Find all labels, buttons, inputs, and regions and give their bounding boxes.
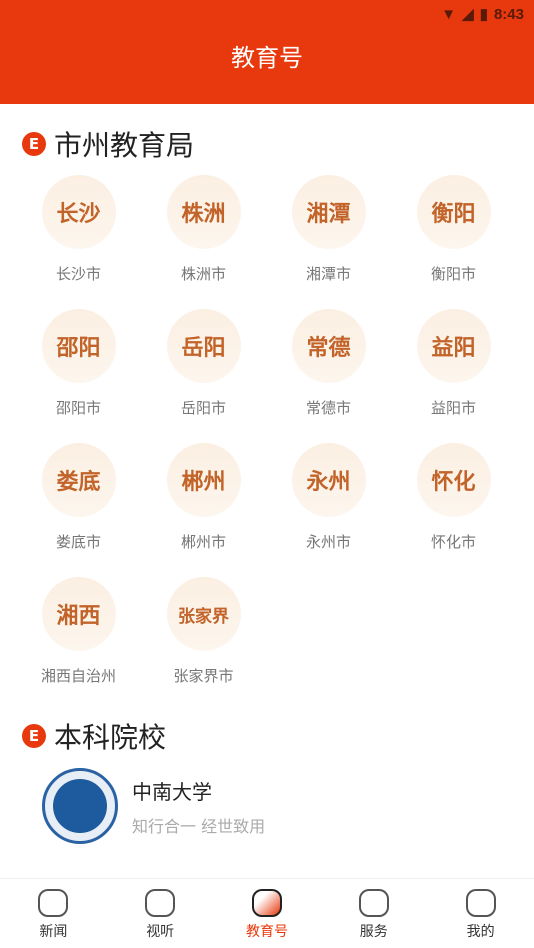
nav-label: 新闻	[39, 924, 68, 940]
nav-label: 我的	[466, 924, 495, 940]
bureau-label: 衡阳市	[430, 265, 476, 283]
bureau-item[interactable]: 郴州 郴州市	[141, 438, 266, 572]
bureau-item[interactable]: 娄底 娄底市	[16, 438, 141, 572]
bureau-label: 郴州市	[180, 533, 226, 551]
bureau-label: 张家界市	[173, 667, 234, 685]
bureau-label: 娄底市	[55, 533, 101, 551]
university-motto: 知行合一 经世致用	[132, 816, 266, 836]
bureau-label: 怀化市	[430, 533, 476, 551]
bureau-label: 株洲市	[180, 265, 226, 283]
bureau-item[interactable]: 邵阳 邵阳市	[16, 304, 141, 438]
university-item[interactable]: 中南大学 知行合一 经世致用	[0, 768, 534, 844]
bureau-label: 邵阳市	[55, 399, 101, 417]
bureau-item[interactable]: 株洲 株洲市	[141, 170, 266, 304]
nav-tab[interactable]: 服务	[320, 879, 427, 948]
bureau-label: 永州市	[305, 533, 351, 551]
clock: 8:43	[493, 5, 524, 23]
bureau-icon: 益阳	[416, 309, 491, 383]
bureau-label: 长沙市	[55, 265, 101, 283]
nav-label: 视听	[146, 924, 175, 940]
wifi-icon: ▼	[441, 5, 457, 23]
page-title: 教育号	[231, 44, 303, 72]
bureau-item[interactable]: 永州 永州市	[266, 438, 391, 572]
bureau-icon: 永州	[291, 443, 366, 517]
news-icon	[38, 889, 69, 917]
education-icon	[251, 889, 282, 917]
section-title: 市州教育局	[54, 129, 195, 162]
bureau-label: 岳阳市	[180, 399, 226, 417]
bureau-icon: 郴州	[166, 443, 241, 517]
bureau-icon: 张家界	[166, 577, 241, 651]
section-title: 本科院校	[54, 721, 167, 754]
bureau-icon: 湘西	[41, 577, 116, 651]
bureau-icon: 湘潭	[291, 175, 366, 249]
top-bar: ▼ ◢ ▮ 8:43 教育号	[0, 0, 534, 104]
e-badge-icon: E	[22, 724, 46, 748]
section-header-bureaus: E 市州教育局	[0, 124, 534, 164]
bureau-item[interactable]: 岳阳 岳阳市	[141, 304, 266, 438]
nav-label: 教育号	[245, 924, 288, 940]
bureau-icon: 娄底	[41, 443, 116, 517]
bureau-icon: 衡阳	[416, 175, 491, 249]
bureau-label: 湘西自治州	[40, 667, 116, 685]
service-icon	[358, 889, 389, 917]
nav-label: 服务	[359, 924, 388, 940]
bureau-icon: 邵阳	[41, 309, 116, 383]
nav-tab[interactable]: 我的	[427, 879, 534, 948]
signal-icon: ◢	[462, 6, 474, 23]
section-header-universities: E 本科院校	[0, 716, 534, 756]
bureau-icon: 常德	[291, 309, 366, 383]
bureau-label: 益阳市	[430, 399, 476, 417]
bureau-item[interactable]: 衡阳 衡阳市	[391, 170, 516, 304]
status-bar: ▼ ◢ ▮ 8:43	[0, 0, 534, 28]
e-badge-icon: E	[22, 132, 46, 156]
university-name: 中南大学	[132, 779, 212, 804]
battery-icon: ▮	[479, 6, 488, 23]
bureau-icon: 长沙	[41, 175, 116, 249]
bureau-icon: 岳阳	[166, 309, 241, 383]
bureau-item[interactable]: 常德 常德市	[266, 304, 391, 438]
bureau-icon: 株洲	[166, 175, 241, 249]
nav-tab[interactable]: 新闻	[0, 879, 107, 948]
profile-icon	[465, 889, 496, 917]
university-logo	[42, 768, 118, 844]
bureau-label: 湘潭市	[305, 265, 351, 283]
bureau-item[interactable]: 长沙 长沙市	[16, 170, 141, 304]
bureau-item[interactable]: 怀化 怀化市	[391, 438, 516, 572]
bureau-grid: 长沙 长沙市 株洲 株洲市 湘潭 湘潭市 衡阳 衡阳市 邵阳 邵阳市 岳阳 岳阳市 常德 常德市 益阳 益阳市…	[0, 170, 534, 706]
nav-tab[interactable]: 教育号	[214, 879, 321, 948]
bureau-item[interactable]: 湘潭 湘潭市	[266, 170, 391, 304]
bureau-label: 常德市	[305, 399, 351, 417]
video-icon	[145, 889, 176, 917]
bureau-item[interactable]: 湘西 湘西自治州	[16, 572, 141, 706]
bureau-item[interactable]: 张家界 张家界市	[141, 572, 266, 706]
bureau-icon: 怀化	[416, 443, 491, 517]
bureau-item[interactable]: 益阳 益阳市	[391, 304, 516, 438]
bottom-nav: 新闻 视听 教育号 服务 我的	[0, 878, 534, 948]
nav-tab[interactable]: 视听	[107, 879, 214, 948]
